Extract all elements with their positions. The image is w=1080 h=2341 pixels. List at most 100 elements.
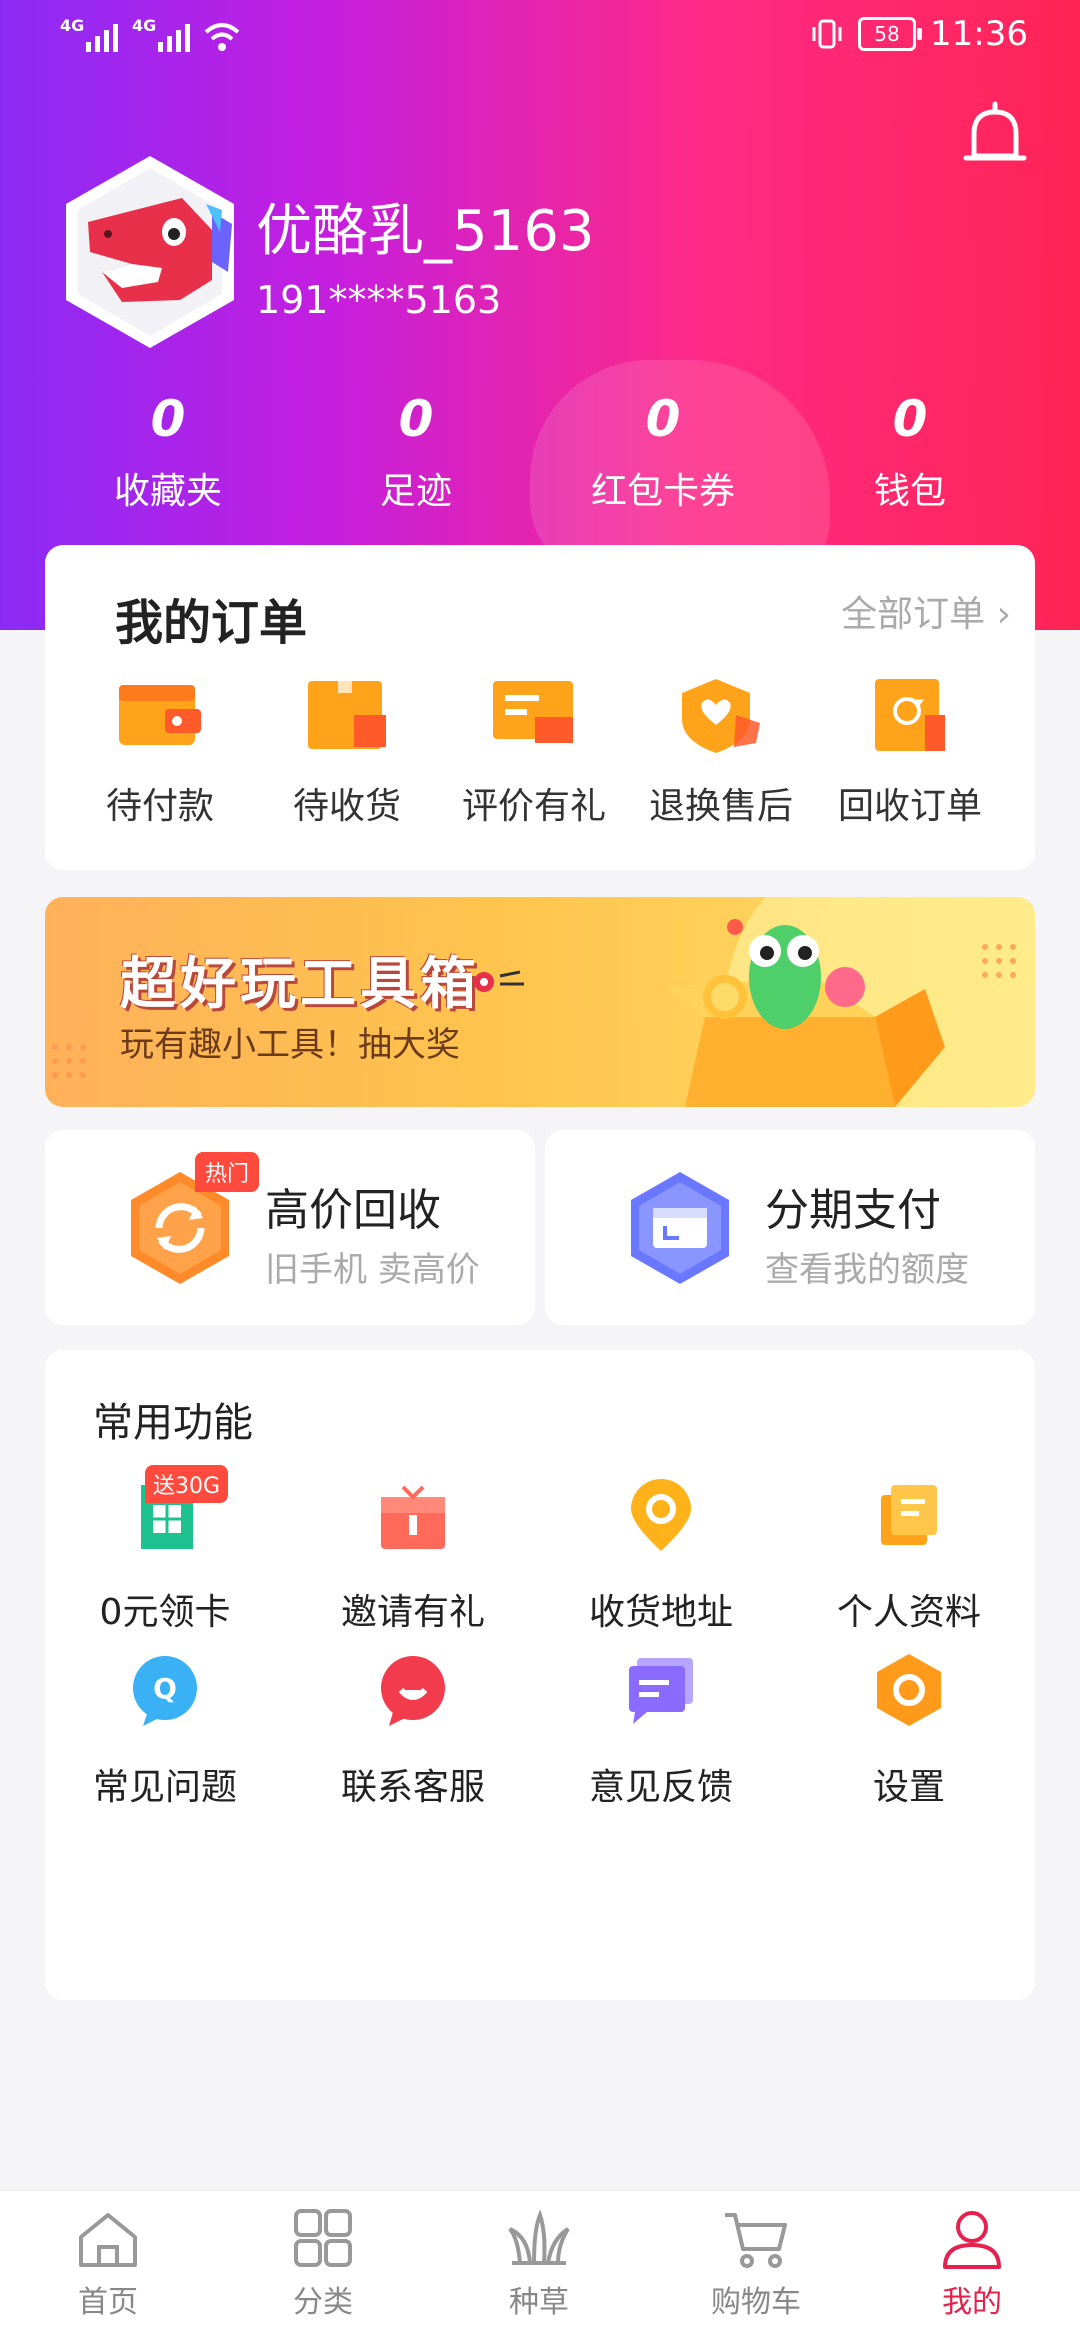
tab-label: 购物车 [711,2285,801,2320]
stat-wallet[interactable]: 0 钱包 [790,390,1030,514]
network-type-label: 4G [132,16,157,35]
home-icon [79,2213,137,2267]
function-address[interactable]: 收货地址 [541,1475,781,1635]
stat-coupons[interactable]: 0 红包卡券 [543,390,783,514]
promo-subtitle: 旧手机 卖高价 [265,1250,480,1290]
promo-title: 分期支付 [765,1185,941,1236]
avatar[interactable] [62,152,238,352]
order-pending-receipt[interactable]: 待收货 [252,675,442,829]
function-label: 0元领卡 [99,1592,231,1633]
wallet-icon [119,685,201,745]
installment-promo-card[interactable]: 分期支付 查看我的额度 [545,1130,1035,1325]
recycle-order-icon [875,679,945,751]
function-settings[interactable]: 设置 [789,1650,1029,1810]
orders-title: 我的订单 [115,595,308,651]
recycle-promo-card[interactable]: 热门 高价回收 旧手机 卖高价 [45,1130,535,1325]
banner-pattern-icon [982,944,1016,978]
function-label: 设置 [872,1767,945,1808]
function-faq[interactable]: Q 常见问题 [45,1650,285,1810]
battery-indicator: 58 [858,17,923,51]
order-item-label: 退换售后 [648,786,793,827]
user-phone: 191****5163 [256,278,502,322]
tab-label: 我的 [942,2285,1002,2320]
tab-label: 种草 [509,2285,569,2320]
order-item-label: 待付款 [105,786,214,827]
function-label: 个人资料 [836,1592,981,1633]
order-pending-payment[interactable]: 待付款 [65,675,255,829]
function-label: 意见反馈 [588,1767,733,1808]
stat-count: 0 [150,390,186,448]
promo-subtitle: 查看我的额度 [765,1250,969,1290]
common-functions-card: 常用功能 送30G 0元领卡 邀请有礼 收货地址 个人资料 Q 常见问题 联系客… [45,1350,1035,2000]
stat-footprints[interactable]: 0 足迹 [296,390,536,514]
signal-icon: 4G [60,16,118,52]
profile-icon [943,2211,1001,2269]
review-icon [493,681,573,743]
function-feedback[interactable]: 意见反馈 [541,1650,781,1810]
wifi-icon [204,23,240,51]
stat-count: 0 [645,390,681,448]
tab-profile[interactable]: 我的 [902,2209,1042,2321]
shield-heart-icon [682,679,760,753]
stats-row: 0 收藏夹 0 足迹 0 红包卡券 0 钱包 [0,390,1080,520]
function-label: 联系客服 [340,1767,485,1808]
promo-title: 高价回收 [265,1185,441,1236]
customer-service-icon [381,1656,445,1726]
installment-card-icon [631,1172,729,1284]
sim-promo-badge: 送30G [145,1465,229,1503]
stat-label: 收藏夹 [113,471,222,512]
order-review[interactable]: 评价有礼 [439,675,629,829]
location-pin-icon [631,1479,691,1551]
order-recycle[interactable]: 回收订单 [815,675,1005,829]
cart-icon [725,2213,787,2268]
stat-label: 足迹 [379,471,452,512]
question-bubble-icon: Q [133,1656,197,1726]
stat-count: 0 [892,390,928,448]
feedback-icon [629,1658,693,1724]
notification-bell-icon[interactable] [960,100,1030,180]
function-label: 收货地址 [588,1592,733,1633]
function-label: 常见问题 [92,1767,237,1808]
function-profile-info[interactable]: 个人资料 [789,1475,1029,1635]
order-item-label: 评价有礼 [461,786,606,827]
stat-label: 红包卡券 [590,471,735,512]
vibrate-icon [812,19,842,49]
function-free-sim[interactable]: 送30G 0元领卡 [45,1465,285,1635]
status-bar: 4G 4G 58 11:36 [0,0,1080,80]
banner-dots-icon [52,1044,86,1078]
grass-icon [508,2209,570,2265]
document-icon [881,1485,937,1545]
tab-cart[interactable]: 购物车 [686,2209,826,2321]
stat-favorites[interactable]: 0 收藏夹 [48,390,288,514]
network-type-label: 4G [60,16,85,35]
settings-icon [877,1654,941,1726]
order-item-label: 回收订单 [837,786,982,827]
clock: 11:36 [930,14,1028,54]
banner-subtitle: 玩有趣小工具！抽大奖 [120,1025,460,1065]
tab-label: 分类 [293,2285,353,2320]
toolbox-banner[interactable]: 超好玩工具箱 玩有趣小工具！抽大奖 [45,897,1035,1107]
functions-title: 常用功能 [93,1400,253,1446]
box-icon [308,681,386,749]
stat-count: 0 [398,390,434,448]
banner-title: 超好玩工具箱 [120,952,480,1017]
tab-category[interactable]: 分类 [253,2209,393,2321]
order-item-label: 待收货 [292,786,401,827]
function-label: 邀请有礼 [340,1592,485,1633]
order-after-sales[interactable]: 退换售后 [626,675,816,829]
function-invite[interactable]: 邀请有礼 [293,1475,533,1635]
gift-icon [381,1485,445,1549]
svg-text:Q: Q [153,1672,177,1705]
tab-label: 首页 [78,2285,138,2320]
stat-label: 钱包 [873,471,946,512]
hot-badge: 热门 [195,1152,260,1192]
banner-target-icon [474,970,524,992]
tab-home[interactable]: 首页 [38,2209,178,2321]
signal-icon: 4G [132,16,190,52]
username[interactable]: 优酪乳_5163 [256,186,595,267]
tab-grass[interactable]: 种草 [469,2209,609,2321]
category-icon [294,2209,352,2267]
bottom-tab-bar: 首页 分类 种草 购物车 我的 [0,2190,1080,2341]
function-customer-service[interactable]: 联系客服 [293,1650,533,1810]
all-orders-link[interactable]: 全部订单 › [841,585,1011,637]
